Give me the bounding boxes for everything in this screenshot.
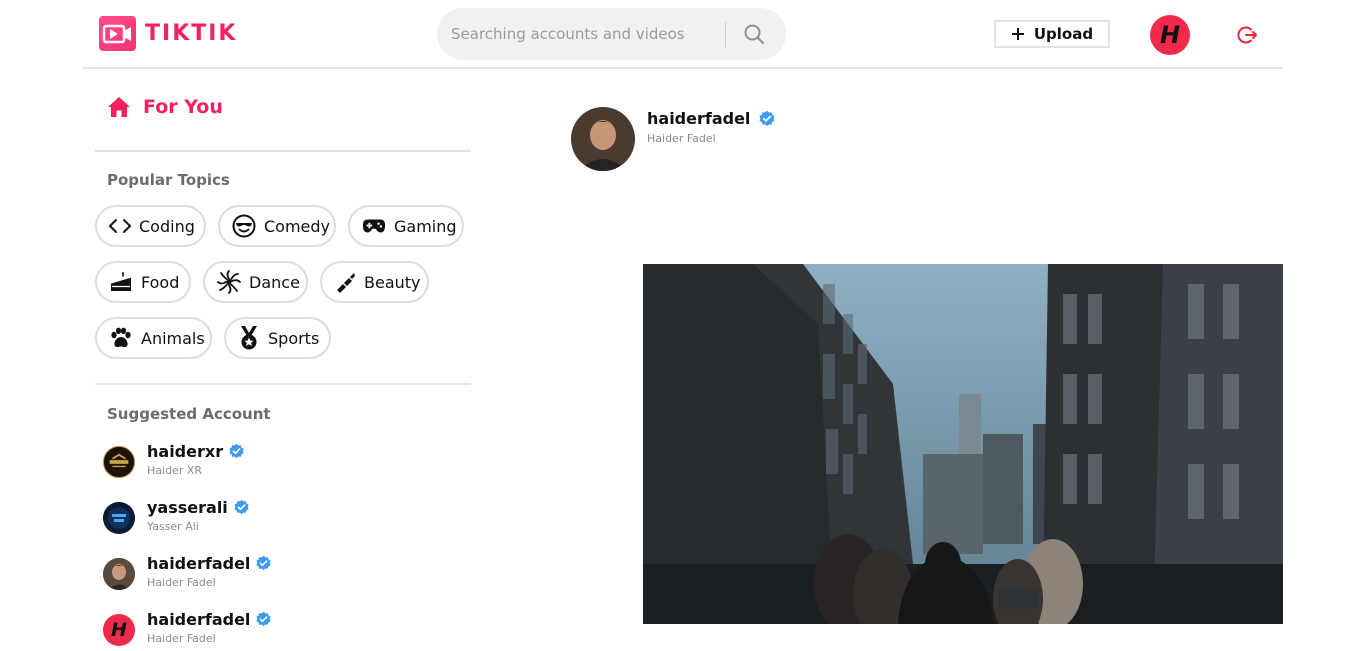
dance-icon [217,270,241,294]
topic-coding[interactable]: Coding [95,205,206,247]
logo-icon [99,16,136,51]
topic-label: Sports [268,328,320,348]
plus-icon [1011,28,1024,40]
cool-face-icon [232,214,256,238]
topic-label: Beauty [364,272,421,292]
account-username: yasserali [147,498,228,517]
video-frame [643,264,1283,624]
verified-icon [759,110,775,126]
verified-icon [229,443,244,459]
account-avatar [103,558,135,590]
sidebar: For You Popular Topics Coding Comedy Gam… [95,70,471,651]
verified-icon [234,499,249,515]
logout-icon [1237,26,1257,44]
search-icon [744,24,764,44]
search-input[interactable] [451,22,721,46]
topic-food[interactable]: Food [95,261,191,303]
topic-beauty[interactable]: Beauty [320,261,429,303]
account-fullname: Haider Fadel [147,632,216,645]
user-avatar[interactable]: H [1150,15,1190,55]
upload-label: Upload [1033,25,1094,43]
topic-sports[interactable]: Sports [224,317,331,359]
account-username: haiderxr [147,442,224,461]
topic-comedy[interactable]: Comedy [218,205,336,247]
post-author-username[interactable]: haiderfadel [647,109,776,128]
for-you-label: For You [143,96,223,118]
account-avatar [103,446,135,478]
avatar-letter: H [1159,21,1181,49]
topic-animals[interactable]: Animals [95,317,212,359]
gamepad-icon [362,214,386,238]
top-navbar: TIKTIK Upload H [83,0,1283,69]
search-bar [437,8,786,60]
avatar-letter: H [111,619,127,641]
topic-gaming[interactable]: Gaming [348,205,464,247]
verified-icon [256,555,272,571]
account-avatar [103,502,135,534]
sidebar-divider [95,383,471,385]
account-username: haiderfadel [147,554,251,573]
suggested-account-item[interactable]: yasserali Yasser Ali [103,498,250,542]
suggested-account-item[interactable]: H haiderfadel Haider Fadel [103,610,272,651]
account-username: haiderfadel [147,610,251,629]
account-fullname: Haider Fadel [147,576,216,589]
account-avatar: H [103,614,135,646]
for-you-link[interactable]: For You [107,96,223,118]
post-author-avatar[interactable] [571,107,635,171]
sidebar-divider [95,150,471,152]
logo-text: TIKTIK [145,21,238,46]
popular-topics-title: Popular Topics [107,171,230,189]
verified-icon [256,611,272,627]
suggested-account-item[interactable]: haiderxr Haider XR [103,442,245,486]
topic-dance[interactable]: Dance [203,261,308,303]
topic-label: Food [141,272,180,292]
logout-button[interactable] [1237,24,1259,46]
medal-icon [238,326,260,350]
suggested-account-title: Suggested Account [107,405,271,423]
code-icon [109,214,131,238]
cake-icon [109,270,133,294]
post-username: haiderfadel [647,109,751,128]
search-divider [725,22,726,48]
topic-label: Comedy [264,216,331,236]
video-player[interactable] [643,264,1283,624]
post-author-fullname: Haider Fadel [647,132,716,145]
upload-button[interactable]: Upload [994,20,1110,48]
suggested-account-item[interactable]: haiderfadel Haider Fadel [103,554,272,598]
topic-label: Gaming [394,216,457,236]
paw-icon [109,326,133,350]
app-logo[interactable]: TIKTIK [99,16,237,51]
lipstick-icon [334,270,356,294]
search-button[interactable] [737,20,771,48]
account-fullname: Yasser Ali [147,520,199,533]
topic-label: Dance [249,272,300,292]
topic-label: Animals [141,328,205,348]
account-fullname: Haider XR [147,464,203,477]
home-icon [108,97,130,117]
topic-label: Coding [139,216,195,236]
